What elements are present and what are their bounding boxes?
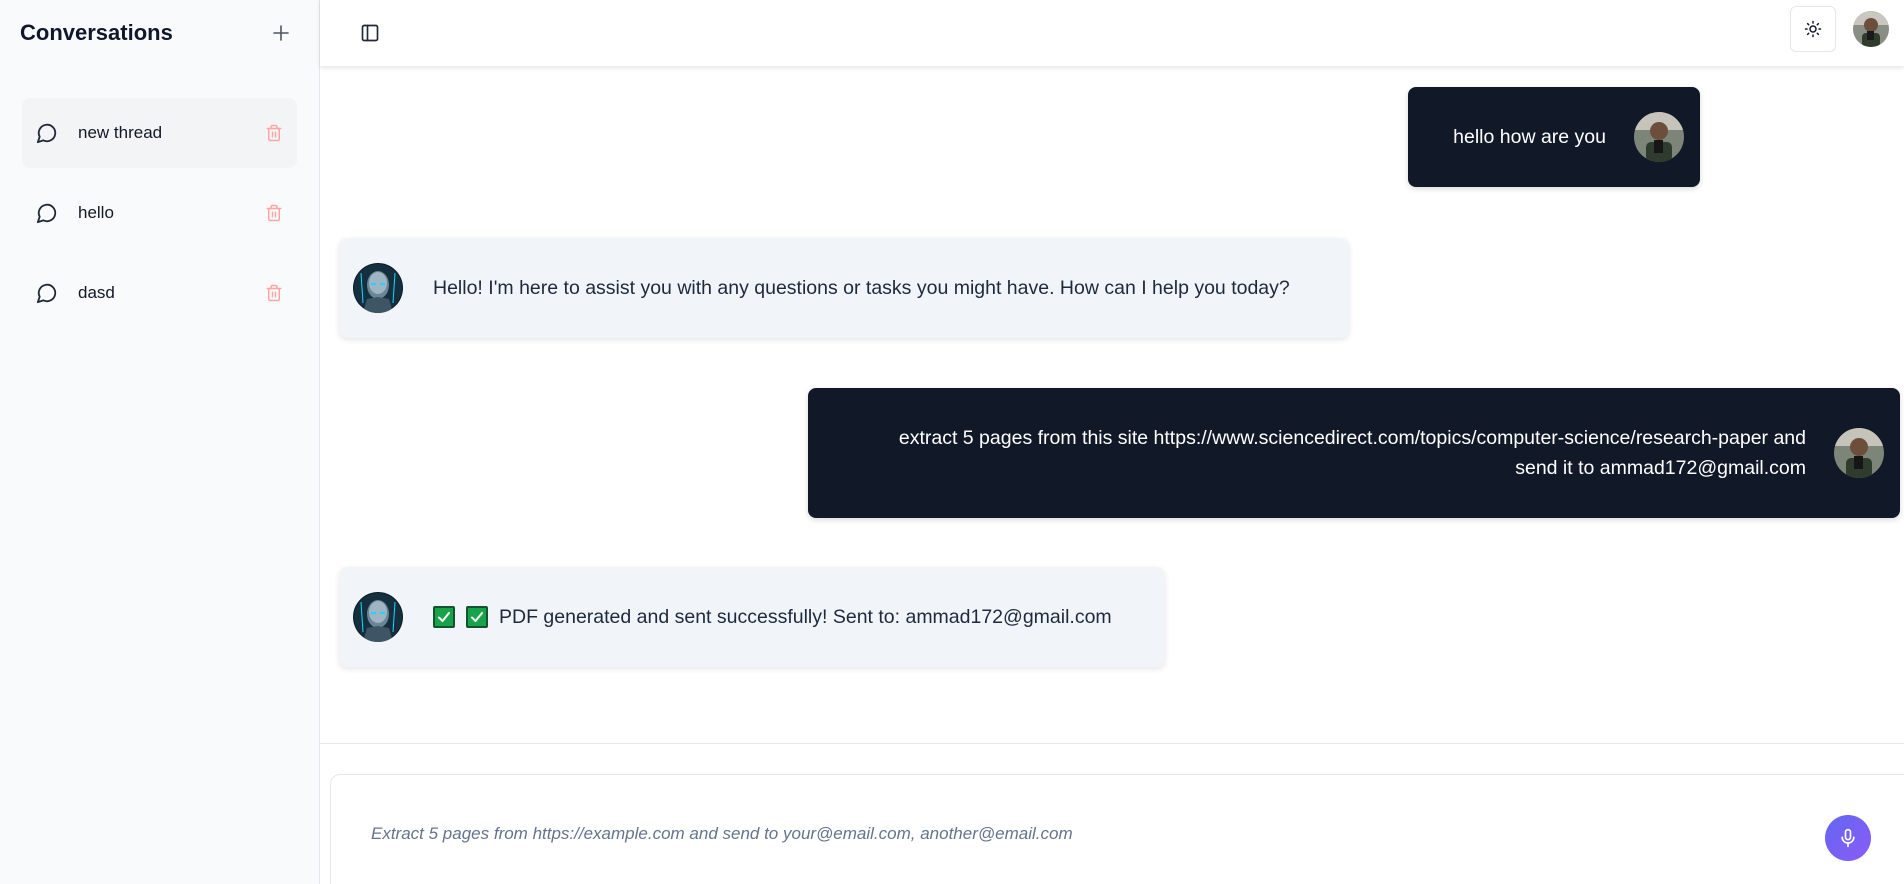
trash-icon[interactable] xyxy=(263,282,285,304)
message-line: extract 5 pages from this site https://w… xyxy=(898,427,1806,449)
message-text: extract 5 pages from this site https://w… xyxy=(899,423,1806,483)
sidebar-title: Conversations xyxy=(20,20,173,45)
sidebar-toggle-icon xyxy=(361,24,379,42)
user-message: hello how are you xyxy=(1408,87,1700,187)
message-list: hello how are you Hello! I'm here to ass… xyxy=(320,66,1904,743)
chat-bubble-icon xyxy=(34,120,60,146)
microphone-icon xyxy=(1841,828,1855,848)
check-box-icon xyxy=(466,606,488,628)
chat-main: hello how are you Hello! I'm here to ass… xyxy=(320,0,1904,884)
sun-icon xyxy=(1804,20,1822,38)
thread-item-hello[interactable]: hello xyxy=(22,178,297,248)
trash-icon[interactable] xyxy=(263,122,285,144)
top-bar xyxy=(320,0,1904,66)
theme-toggle-button[interactable] xyxy=(1790,6,1836,52)
new-conversation-button[interactable] xyxy=(263,15,299,51)
message-text: PDF generated and sent successfully! Sen… xyxy=(433,602,1112,632)
check-box-icon xyxy=(433,606,455,628)
microphone-button[interactable] xyxy=(1825,815,1871,861)
message-text: Hello! I'm here to assist you with any q… xyxy=(433,277,1290,299)
plus-icon xyxy=(273,25,289,41)
thread-item-new-thread[interactable]: new thread xyxy=(22,98,297,168)
message-composer xyxy=(330,774,1904,884)
composer-divider xyxy=(320,743,1904,744)
assistant-message: Hello! I'm here to assist you with any q… xyxy=(339,238,1349,338)
message-text: hello how are you xyxy=(1453,126,1606,148)
sidebar-toggle-button[interactable] xyxy=(357,20,383,46)
bot-avatar xyxy=(353,592,403,642)
message-body: PDF generated and sent successfully! Sen… xyxy=(499,606,1112,628)
sidebar: Conversations new thread hello dasd xyxy=(0,0,320,884)
chat-bubble-icon xyxy=(34,280,60,306)
chat-bubble-icon xyxy=(34,200,60,226)
user-message: extract 5 pages from this site https://w… xyxy=(808,388,1900,518)
app-root: Conversations new thread hello dasd hell… xyxy=(0,0,1904,884)
thread-item-dasd[interactable]: dasd xyxy=(22,258,297,328)
thread-label: new thread xyxy=(78,123,163,142)
user-avatar xyxy=(1634,112,1684,162)
bot-avatar xyxy=(353,263,403,313)
message-line: send it to ammad172@gmail.com xyxy=(1515,457,1806,479)
thread-label: hello xyxy=(78,203,114,222)
assistant-message: PDF generated and sent successfully! Sen… xyxy=(339,567,1165,667)
thread-list: new thread hello dasd xyxy=(0,98,319,328)
thread-label: dasd xyxy=(78,283,115,302)
trash-icon[interactable] xyxy=(263,202,285,224)
sidebar-header: Conversations xyxy=(0,0,319,66)
message-input[interactable] xyxy=(371,819,1771,849)
user-avatar xyxy=(1834,428,1884,478)
user-avatar[interactable] xyxy=(1853,11,1889,47)
